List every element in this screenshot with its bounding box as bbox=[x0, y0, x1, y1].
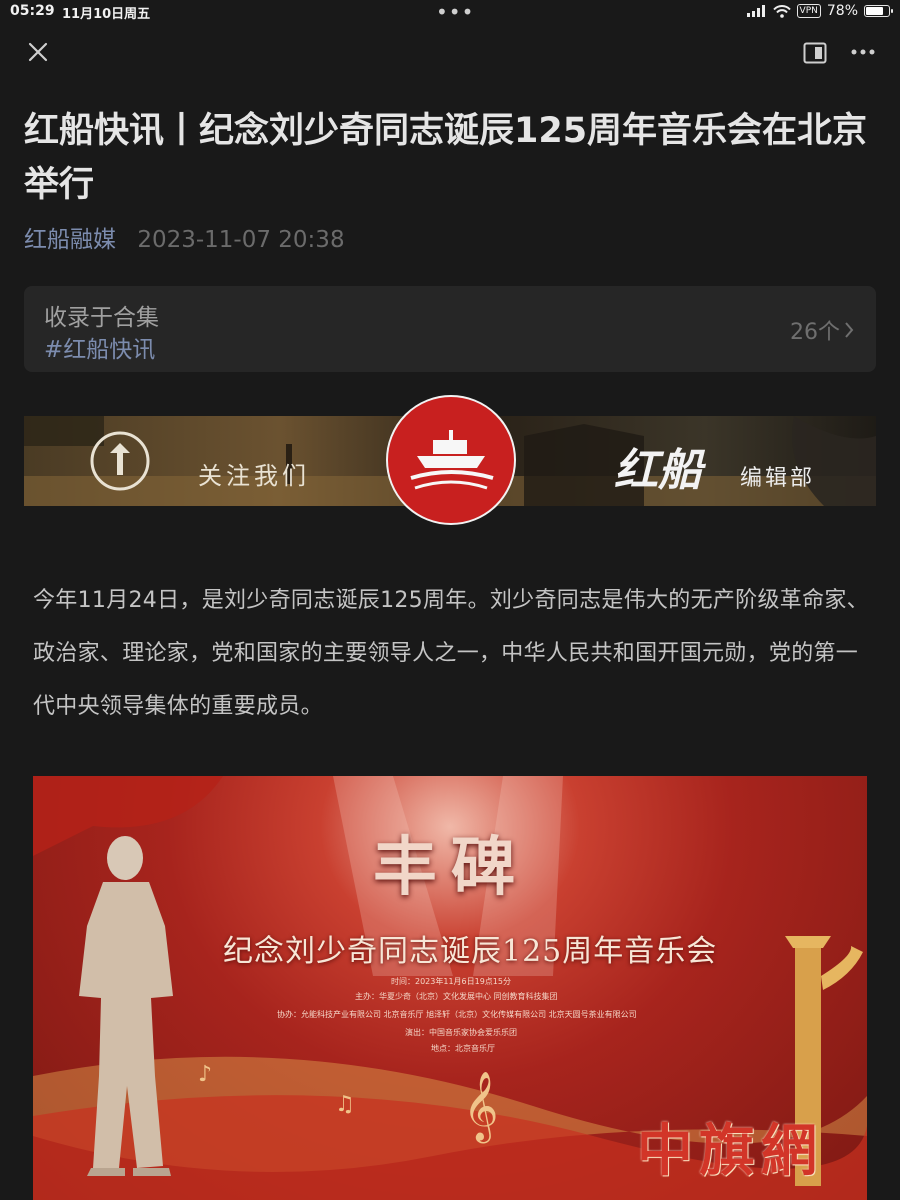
article-meta: 红船融媒 2023-11-07 20:38 bbox=[24, 220, 345, 254]
collection-count[interactable]: 26个 bbox=[790, 314, 854, 346]
concert-poster-image[interactable]: 𝄞 ♪ ♫ 丰碑 纪念刘少奇同志诞辰125周年音乐会 时间：2023年11月6日… bbox=[33, 776, 867, 1200]
follow-banner[interactable]: 关注我们 红船 编辑部 bbox=[24, 395, 876, 525]
red-boat-logo bbox=[386, 395, 516, 525]
collection-label: 收录于合集 bbox=[44, 305, 159, 331]
svg-text:♪: ♪ bbox=[198, 1062, 212, 1087]
publish-date: 2023-11-07 20:38 bbox=[137, 227, 345, 253]
svg-text:♫: ♫ bbox=[335, 1092, 355, 1117]
reader-mode-icon[interactable] bbox=[803, 42, 827, 64]
status-time: 05:29 bbox=[10, 3, 55, 19]
editorial-dept-label: 编辑部 bbox=[740, 466, 816, 491]
article-paragraph: 今年11月24日，是刘少奇同志诞辰125周年。刘少奇同志是伟大的无产阶级革命家、… bbox=[33, 588, 869, 719]
status-bar: 05:29 11月10日周五 ••• VPN 78% bbox=[0, 0, 900, 26]
poster-info-line: 地点：北京音乐厅 bbox=[431, 1044, 495, 1053]
battery-percent: 78% bbox=[826, 3, 858, 19]
svg-text:𝄞: 𝄞 bbox=[463, 1071, 498, 1143]
poster-info-line: 演出：中国音乐家协会爱乐乐团 bbox=[405, 1028, 517, 1037]
status-date: 11月10日周五 bbox=[62, 7, 151, 22]
poster-info-line: 协办：允能科技产业有限公司 北京音乐厅 旭泽轩（北京）文化传媒有限公司 北京天圆… bbox=[277, 1010, 637, 1019]
upload-arrow-icon bbox=[90, 431, 150, 491]
poster-subheading: 纪念刘少奇同志诞辰125周年音乐会 bbox=[223, 934, 718, 969]
multitask-dots-icon[interactable]: ••• bbox=[436, 0, 474, 24]
status-right: VPN 78% bbox=[746, 3, 893, 19]
chevron-right-icon bbox=[845, 322, 854, 338]
article-title: 红船快讯丨纪念刘少奇同志诞辰125周年音乐会在北京举行 bbox=[24, 111, 868, 205]
vpn-badge: VPN bbox=[796, 4, 821, 18]
collection-tag[interactable]: #红船快讯 bbox=[44, 330, 155, 364]
collection-card[interactable]: 收录于合集 #红船快讯 26个 bbox=[24, 286, 876, 372]
watermark-logo: 中旗網 bbox=[637, 1118, 823, 1184]
poster-info-line: 时间：2023年11月6日19点15分 bbox=[391, 977, 511, 986]
poster-info-line: 主办：华夏少奇（北京）文化发展中心 同创教育科技集团 bbox=[355, 992, 558, 1001]
nav-bar bbox=[0, 30, 900, 76]
follow-us-label: 关注我们 bbox=[198, 462, 310, 490]
close-icon[interactable] bbox=[24, 38, 52, 66]
author-link[interactable]: 红船融媒 bbox=[24, 227, 116, 253]
poster-heading: 丰碑 bbox=[373, 830, 529, 905]
more-icon[interactable] bbox=[848, 40, 878, 64]
signal-icon bbox=[746, 5, 765, 17]
battery-fill bbox=[866, 7, 883, 15]
wifi-icon bbox=[772, 4, 791, 18]
collection-count-text: 26个 bbox=[790, 320, 840, 345]
brand-wordmark: 红船 bbox=[614, 445, 702, 496]
battery-icon bbox=[864, 5, 893, 17]
